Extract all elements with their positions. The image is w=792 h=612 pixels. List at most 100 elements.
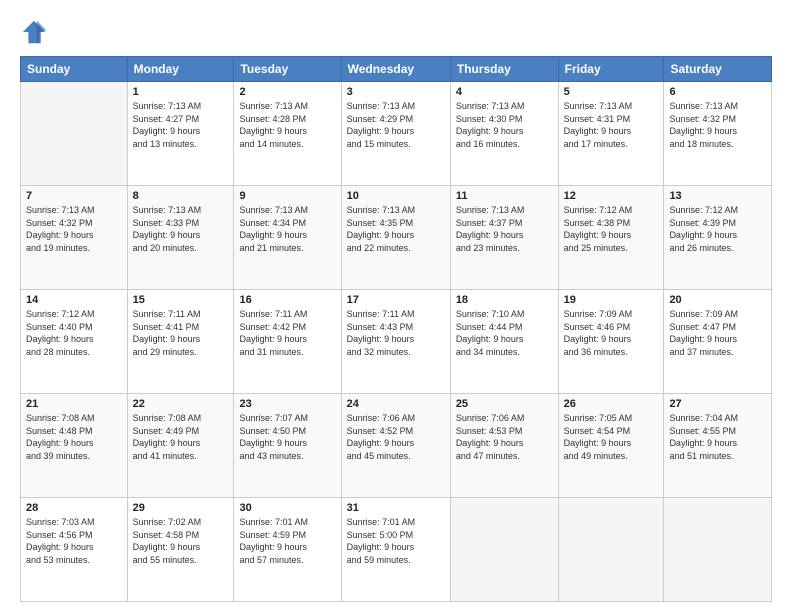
calendar-cell: 2 Sunrise: 7:13 AM Sunset: 4:28 PM Daylig… <box>234 82 341 186</box>
day-number: 2 <box>239 86 335 98</box>
page: SundayMondayTuesdayWednesdayThursdayFrid… <box>0 0 792 612</box>
day-number: 22 <box>133 398 229 410</box>
calendar-cell: 20 Sunrise: 7:09 AM Sunset: 4:47 PM Dayli… <box>664 290 772 394</box>
calendar-cell <box>664 498 772 602</box>
cell-content: Sunrise: 7:13 AM Sunset: 4:28 PM Dayligh… <box>239 100 335 150</box>
cell-content: Sunrise: 7:09 AM Sunset: 4:47 PM Dayligh… <box>669 308 766 358</box>
day-number: 31 <box>347 502 445 514</box>
calendar-cell: 25 Sunrise: 7:06 AM Sunset: 4:53 PM Dayli… <box>450 394 558 498</box>
day-number: 19 <box>564 294 659 306</box>
calendar-cell: 18 Sunrise: 7:10 AM Sunset: 4:44 PM Dayli… <box>450 290 558 394</box>
calendar-cell <box>450 498 558 602</box>
cell-content: Sunrise: 7:13 AM Sunset: 4:30 PM Dayligh… <box>456 100 553 150</box>
cell-content: Sunrise: 7:11 AM Sunset: 4:43 PM Dayligh… <box>347 308 445 358</box>
day-number: 14 <box>26 294 122 306</box>
cell-content: Sunrise: 7:06 AM Sunset: 4:53 PM Dayligh… <box>456 412 553 462</box>
day-number: 26 <box>564 398 659 410</box>
calendar-cell: 9 Sunrise: 7:13 AM Sunset: 4:34 PM Daylig… <box>234 186 341 290</box>
cell-content: Sunrise: 7:12 AM Sunset: 4:38 PM Dayligh… <box>564 204 659 254</box>
cell-content: Sunrise: 7:06 AM Sunset: 4:52 PM Dayligh… <box>347 412 445 462</box>
weekday-header: Sunday <box>21 57 128 82</box>
day-number: 4 <box>456 86 553 98</box>
calendar-cell: 27 Sunrise: 7:04 AM Sunset: 4:55 PM Dayli… <box>664 394 772 498</box>
calendar-cell: 29 Sunrise: 7:02 AM Sunset: 4:58 PM Dayli… <box>127 498 234 602</box>
calendar-cell: 1 Sunrise: 7:13 AM Sunset: 4:27 PM Daylig… <box>127 82 234 186</box>
cell-content: Sunrise: 7:13 AM Sunset: 4:35 PM Dayligh… <box>347 204 445 254</box>
day-number: 30 <box>239 502 335 514</box>
weekday-header: Friday <box>558 57 664 82</box>
day-number: 23 <box>239 398 335 410</box>
day-number: 11 <box>456 190 553 202</box>
cell-content: Sunrise: 7:05 AM Sunset: 4:54 PM Dayligh… <box>564 412 659 462</box>
day-number: 3 <box>347 86 445 98</box>
calendar-week-row: 7 Sunrise: 7:13 AM Sunset: 4:32 PM Daylig… <box>21 186 772 290</box>
day-number: 20 <box>669 294 766 306</box>
calendar-cell: 5 Sunrise: 7:13 AM Sunset: 4:31 PM Daylig… <box>558 82 664 186</box>
cell-content: Sunrise: 7:12 AM Sunset: 4:40 PM Dayligh… <box>26 308 122 358</box>
calendar-week-row: 21Sunrise: 7:08 AM Sunset: 4:48 PM Dayli… <box>21 394 772 498</box>
calendar-week-row: 1 Sunrise: 7:13 AM Sunset: 4:27 PM Daylig… <box>21 82 772 186</box>
cell-content: Sunrise: 7:13 AM Sunset: 4:27 PM Dayligh… <box>133 100 229 150</box>
calendar-cell: 23 Sunrise: 7:07 AM Sunset: 4:50 PM Dayli… <box>234 394 341 498</box>
weekday-header: Thursday <box>450 57 558 82</box>
day-number: 28 <box>26 502 122 514</box>
calendar-cell: 22 Sunrise: 7:08 AM Sunset: 4:49 PM Dayli… <box>127 394 234 498</box>
cell-content: Sunrise: 7:13 AM Sunset: 4:32 PM Dayligh… <box>669 100 766 150</box>
weekday-header: Wednesday <box>341 57 450 82</box>
day-number: 24 <box>347 398 445 410</box>
calendar-cell: 15Sunrise: 7:11 AM Sunset: 4:41 PM Dayli… <box>127 290 234 394</box>
day-number: 17 <box>347 294 445 306</box>
cell-content: Sunrise: 7:13 AM Sunset: 4:34 PM Dayligh… <box>239 204 335 254</box>
calendar-cell: 13 Sunrise: 7:12 AM Sunset: 4:39 PM Dayli… <box>664 186 772 290</box>
calendar-cell: 30Sunrise: 7:01 AM Sunset: 4:59 PM Dayli… <box>234 498 341 602</box>
calendar-cell: 28 Sunrise: 7:03 AM Sunset: 4:56 PM Dayli… <box>21 498 128 602</box>
day-number: 12 <box>564 190 659 202</box>
calendar-cell: 6Sunrise: 7:13 AM Sunset: 4:32 PM Daylig… <box>664 82 772 186</box>
cell-content: Sunrise: 7:12 AM Sunset: 4:39 PM Dayligh… <box>669 204 766 254</box>
calendar-week-row: 28 Sunrise: 7:03 AM Sunset: 4:56 PM Dayli… <box>21 498 772 602</box>
cell-content: Sunrise: 7:07 AM Sunset: 4:50 PM Dayligh… <box>239 412 335 462</box>
day-number: 18 <box>456 294 553 306</box>
day-number: 5 <box>564 86 659 98</box>
weekday-header: Monday <box>127 57 234 82</box>
calendar-cell: 12 Sunrise: 7:12 AM Sunset: 4:38 PM Dayli… <box>558 186 664 290</box>
day-number: 21 <box>26 398 122 410</box>
cell-content: Sunrise: 7:11 AM Sunset: 4:42 PM Dayligh… <box>239 308 335 358</box>
cell-content: Sunrise: 7:13 AM Sunset: 4:31 PM Dayligh… <box>564 100 659 150</box>
calendar-cell: 26 Sunrise: 7:05 AM Sunset: 4:54 PM Dayli… <box>558 394 664 498</box>
cell-content: Sunrise: 7:09 AM Sunset: 4:46 PM Dayligh… <box>564 308 659 358</box>
day-number: 27 <box>669 398 766 410</box>
header <box>20 18 772 46</box>
calendar-cell: 7 Sunrise: 7:13 AM Sunset: 4:32 PM Daylig… <box>21 186 128 290</box>
cell-content: Sunrise: 7:08 AM Sunset: 4:49 PM Dayligh… <box>133 412 229 462</box>
day-number: 16 <box>239 294 335 306</box>
day-number: 29 <box>133 502 229 514</box>
weekday-header: Saturday <box>664 57 772 82</box>
cell-content: Sunrise: 7:13 AM Sunset: 4:37 PM Dayligh… <box>456 204 553 254</box>
weekday-header: Tuesday <box>234 57 341 82</box>
day-number: 13 <box>669 190 766 202</box>
calendar-cell: 3 Sunrise: 7:13 AM Sunset: 4:29 PM Daylig… <box>341 82 450 186</box>
day-number: 15 <box>133 294 229 306</box>
day-number: 25 <box>456 398 553 410</box>
cell-content: Sunrise: 7:03 AM Sunset: 4:56 PM Dayligh… <box>26 516 122 566</box>
cell-content: Sunrise: 7:13 AM Sunset: 4:29 PM Dayligh… <box>347 100 445 150</box>
calendar-cell <box>21 82 128 186</box>
day-number: 9 <box>239 190 335 202</box>
calendar-body: 1 Sunrise: 7:13 AM Sunset: 4:27 PM Daylig… <box>21 82 772 602</box>
cell-content: Sunrise: 7:13 AM Sunset: 4:33 PM Dayligh… <box>133 204 229 254</box>
calendar-cell <box>558 498 664 602</box>
cell-content: Sunrise: 7:02 AM Sunset: 4:58 PM Dayligh… <box>133 516 229 566</box>
cell-content: Sunrise: 7:04 AM Sunset: 4:55 PM Dayligh… <box>669 412 766 462</box>
day-number: 1 <box>133 86 229 98</box>
calendar-cell: 10Sunrise: 7:13 AM Sunset: 4:35 PM Dayli… <box>341 186 450 290</box>
cell-content: Sunrise: 7:01 AM Sunset: 5:00 PM Dayligh… <box>347 516 445 566</box>
calendar-cell: 21Sunrise: 7:08 AM Sunset: 4:48 PM Dayli… <box>21 394 128 498</box>
cell-content: Sunrise: 7:13 AM Sunset: 4:32 PM Dayligh… <box>26 204 122 254</box>
calendar-cell: 24 Sunrise: 7:06 AM Sunset: 4:52 PM Dayli… <box>341 394 450 498</box>
calendar-cell: 14 Sunrise: 7:12 AM Sunset: 4:40 PM Dayli… <box>21 290 128 394</box>
cell-content: Sunrise: 7:10 AM Sunset: 4:44 PM Dayligh… <box>456 308 553 358</box>
calendar-cell: 4 Sunrise: 7:13 AM Sunset: 4:30 PM Daylig… <box>450 82 558 186</box>
calendar-table: SundayMondayTuesdayWednesdayThursdayFrid… <box>20 56 772 602</box>
day-number: 7 <box>26 190 122 202</box>
